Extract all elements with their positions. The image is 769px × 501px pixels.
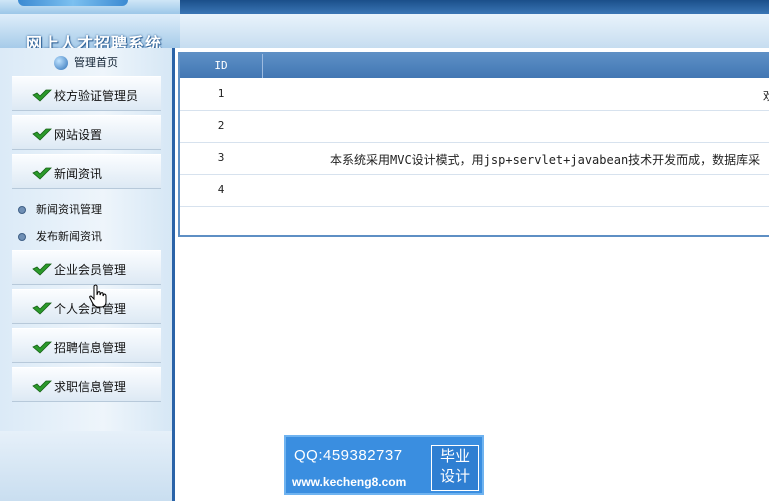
menu-label: 招聘信息管理 [54,341,127,355]
row-id: 4 [217,183,225,196]
arrow-icon [32,89,52,102]
brand-strip [0,0,180,14]
badge-line-1: 毕业 [439,447,470,465]
arrow-icon [32,380,52,393]
globe-icon [54,56,68,70]
menu-job-seeking[interactable]: 求职信息管理 [12,367,161,402]
badge-line-2: 设计 [439,467,470,485]
table-row[interactable]: 3 本系统采用MVC设计模式，用jsp+servlet+javabean技术开发… [180,143,769,175]
content-table: ID 1 欢 2 3 本系统采用MVC设计模式，用jsp+servlet+jav… [178,52,769,237]
row-content: 欢 [763,87,769,104]
watermark-badge: 毕业 设计 [431,445,479,491]
menu-job-postings[interactable]: 招聘信息管理 [12,328,161,363]
watermark-url: www.kecheng8.com [292,475,407,489]
menu-label: 网站设置 [54,128,103,142]
menu-school-admin[interactable]: 校方验证管理员 [12,76,161,111]
menu-label: 新闻资讯 [54,167,103,181]
table-header: ID [180,54,769,78]
arrow-icon [32,302,52,315]
bullet-icon [18,206,26,214]
watermark-qq: QQ:459382737 [294,447,403,464]
home-label: 管理首页 [74,56,118,69]
menu-site-settings[interactable]: 网站设置 [12,115,161,150]
sub-item-publish-news[interactable]: 发布新闻资讯 [18,228,102,244]
header-decoration [180,14,769,48]
row-id: 3 [217,151,225,164]
sub-item-label: 发布新闻资讯 [36,230,102,243]
top-bar [0,0,769,14]
sub-header: 网上人才招聘系统 [0,14,769,53]
row-id: 2 [217,119,225,132]
column-header-id: ID [180,54,263,78]
row-content: 本系统采用MVC设计模式，用jsp+servlet+javabean技术开发而成… [330,153,761,167]
arrow-icon [32,263,52,276]
bullet-icon [18,233,26,241]
sub-item-news-manage[interactable]: 新闻资讯管理 [18,201,102,217]
arrow-icon [32,341,52,354]
arrow-icon [32,167,52,180]
arrow-icon [32,128,52,141]
menu-enterprise-members[interactable]: 企业会员管理 [12,250,161,285]
hand-cursor-icon [89,284,107,308]
sidebar-footer [0,431,172,501]
brand-logo [18,0,128,6]
row-id: 1 [217,87,225,100]
menu-personal-members[interactable]: 个人会员管理 [12,289,161,324]
menu-news[interactable]: 新闻资讯 [12,154,161,189]
table-row[interactable]: 1 欢 [180,79,769,111]
menu-label: 企业会员管理 [54,263,127,277]
table-row[interactable]: 2 [180,111,769,143]
menu-label: 求职信息管理 [54,380,127,394]
menu-label: 校方验证管理员 [54,89,139,103]
sidebar: 管理首页 校方验证管理员 网站设置 新闻资讯 新闻资讯管理 发布新闻资讯 企业会… [0,48,175,501]
sub-item-label: 新闻资讯管理 [36,203,102,216]
table-row[interactable]: 4 [180,175,769,207]
sidebar-home-link[interactable]: 管理首页 [0,54,172,76]
watermark-banner: QQ:459382737 www.kecheng8.com 毕业 设计 [284,435,484,495]
